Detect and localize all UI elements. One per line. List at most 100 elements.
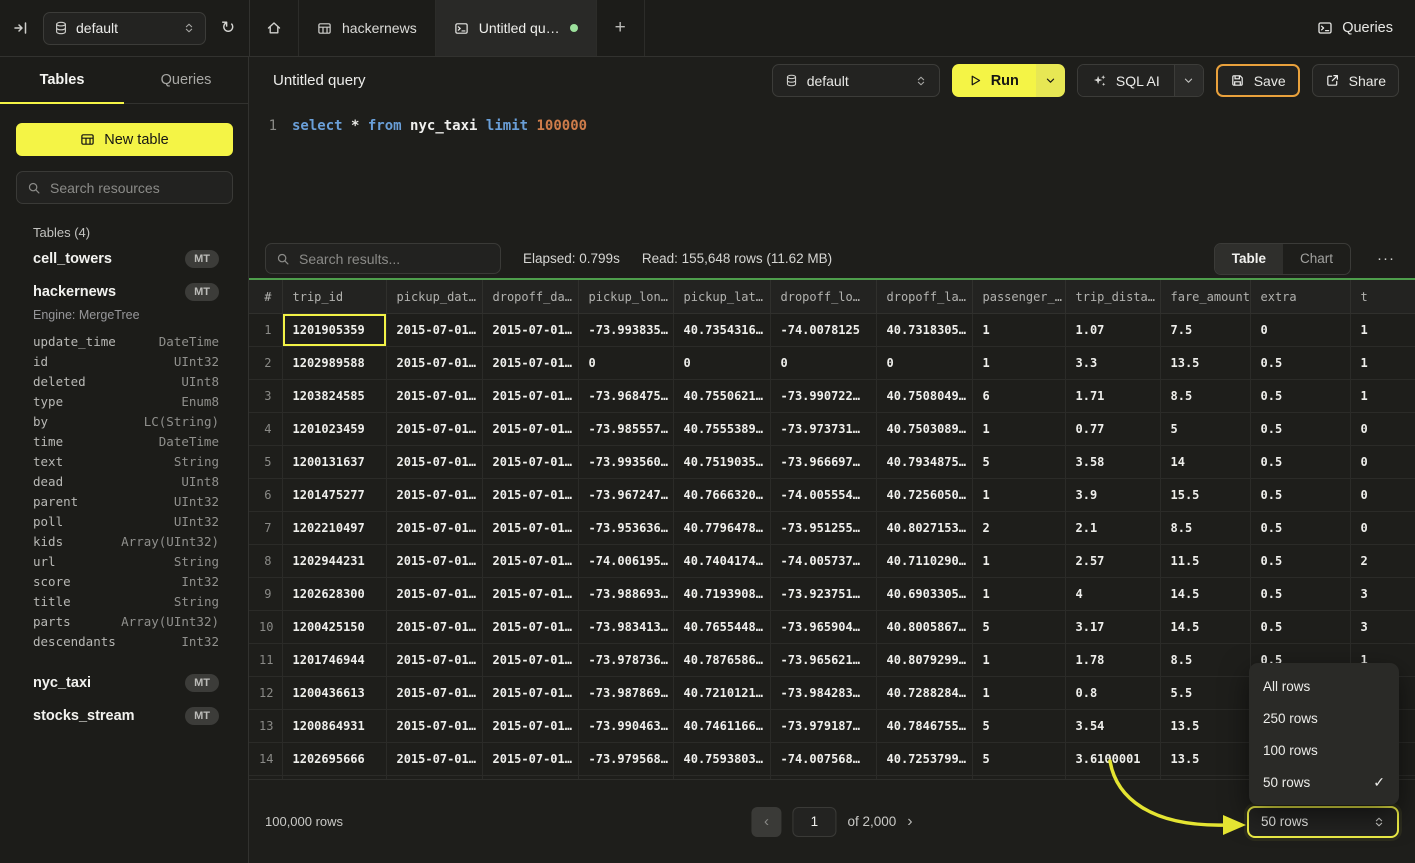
table-cell[interactable]: 11.5 <box>1160 545 1250 578</box>
table-cell[interactable]: 15.5 <box>1160 479 1250 512</box>
table-cell[interactable]: 2015-07-01… <box>482 644 578 677</box>
table-cell[interactable]: 1 <box>1350 380 1415 413</box>
table-cell[interactable]: 2015-07-01… <box>482 743 578 776</box>
page-size-option[interactable]: 250 rows <box>1263 702 1385 734</box>
page-size-option[interactable]: All rows <box>1263 670 1385 702</box>
table-cell[interactable]: -74.006195… <box>578 545 673 578</box>
table-cell[interactable]: 0.5 <box>1250 479 1350 512</box>
table-cell[interactable]: -73.987869… <box>578 677 673 710</box>
table-cell[interactable]: -73.990722… <box>770 380 876 413</box>
page-number-input[interactable] <box>792 807 836 837</box>
table-cell[interactable]: 40.7110290… <box>876 545 972 578</box>
table-cell[interactable]: 40.6903305… <box>876 578 972 611</box>
run-button[interactable]: Run <box>952 64 1036 97</box>
table-cell[interactable]: 2015-07-01… <box>482 380 578 413</box>
table-item-hackernews[interactable]: hackernews MT <box>33 275 219 308</box>
column-header[interactable]: fare_amount <box>1160 280 1250 314</box>
table-cell[interactable]: 40.7503089… <box>876 413 972 446</box>
table-cell[interactable]: 1200864931 <box>282 710 386 743</box>
table-cell[interactable]: 3 <box>1350 578 1415 611</box>
row-number[interactable]: 14 <box>249 743 282 776</box>
table-cell[interactable]: -73.983413… <box>578 611 673 644</box>
table-cell[interactable]: 3.9 <box>1065 479 1160 512</box>
table-cell[interactable]: 1202944231 <box>282 545 386 578</box>
tab-untitled-query[interactable]: Untitled qu… <box>436 0 597 56</box>
table-cell[interactable]: 1 <box>1350 347 1415 380</box>
sql-ai-button[interactable]: SQL AI <box>1078 65 1174 96</box>
row-number[interactable]: 12 <box>249 677 282 710</box>
table-cell[interactable]: 3.17 <box>1065 611 1160 644</box>
table-cell[interactable]: 0 <box>578 347 673 380</box>
table-cell[interactable]: 40.7193908… <box>673 578 770 611</box>
table-cell[interactable]: 0.5 <box>1250 347 1350 380</box>
table-cell[interactable]: -73.966697… <box>770 446 876 479</box>
table-cell[interactable]: 2015-07-01… <box>482 446 578 479</box>
table-cell[interactable]: 0 <box>1350 413 1415 446</box>
table-cell[interactable]: 40.7934875… <box>876 446 972 479</box>
table-cell[interactable]: 2 <box>1350 545 1415 578</box>
table-cell[interactable]: 1200425150 <box>282 611 386 644</box>
table-cell[interactable]: 40.7655448… <box>673 611 770 644</box>
table-cell[interactable]: 2015-07-01… <box>482 578 578 611</box>
table-cell[interactable]: 0.5 <box>1250 413 1350 446</box>
table-cell[interactable]: 0 <box>1250 314 1350 347</box>
table-cell[interactable]: 0 <box>673 347 770 380</box>
table-cell[interactable]: 40.7876586… <box>673 644 770 677</box>
table-cell[interactable]: 4 <box>1065 578 1160 611</box>
table-cell[interactable]: 8.5 <box>1160 380 1250 413</box>
table-cell[interactable]: 1 <box>972 347 1065 380</box>
table-cell[interactable]: 1202210497 <box>282 512 386 545</box>
table-cell[interactable]: 40.7846755… <box>876 710 972 743</box>
row-number[interactable]: 2 <box>249 347 282 380</box>
table-cell[interactable]: 5 <box>972 710 1065 743</box>
table-cell[interactable]: 2015-07-01… <box>482 314 578 347</box>
table-cell[interactable]: 13.5 <box>1160 710 1250 743</box>
page-size-option[interactable]: 100 rows <box>1263 734 1385 766</box>
selected-table-cell[interactable]: 1201905359 <box>282 314 386 347</box>
table-cell[interactable]: 5 <box>972 611 1065 644</box>
table-cell[interactable]: 1201475277 <box>282 479 386 512</box>
column-header[interactable]: dropoff_da… <box>482 280 578 314</box>
table-cell[interactable]: 3.54 <box>1065 710 1160 743</box>
table-cell[interactable]: -73.923751… <box>770 578 876 611</box>
table-cell[interactable]: 40.7593803… <box>673 743 770 776</box>
share-button[interactable]: Share <box>1312 64 1399 97</box>
table-cell[interactable]: 2015-07-01… <box>386 479 482 512</box>
table-item-stocks-stream[interactable]: stocks_stream MT <box>33 699 219 732</box>
table-cell[interactable]: -73.978736… <box>578 644 673 677</box>
table-cell[interactable]: 40.8027153… <box>876 512 972 545</box>
table-cell[interactable]: 8.5 <box>1160 512 1250 545</box>
table-cell[interactable]: 2015-07-01… <box>386 512 482 545</box>
table-cell[interactable]: -74.007568… <box>770 743 876 776</box>
row-number[interactable]: 13 <box>249 710 282 743</box>
table-cell[interactable]: 1200436613 <box>282 677 386 710</box>
table-cell[interactable]: 40.7288284… <box>876 677 972 710</box>
table-cell[interactable]: 0.5 <box>1250 446 1350 479</box>
table-cell[interactable]: 40.7555389… <box>673 413 770 446</box>
table-cell[interactable]: 2 <box>972 512 1065 545</box>
column-header[interactable]: pickup_dat… <box>386 280 482 314</box>
column-header[interactable]: trip_dista… <box>1065 280 1160 314</box>
queries-button[interactable]: Queries <box>1295 0 1415 56</box>
table-cell[interactable]: 0.5 <box>1250 578 1350 611</box>
table-cell[interactable]: 14.5 <box>1160 611 1250 644</box>
column-header[interactable]: passenger_… <box>972 280 1065 314</box>
toggle-chart[interactable]: Chart <box>1283 244 1350 274</box>
table-cell[interactable]: 0 <box>1350 512 1415 545</box>
row-number[interactable]: 4 <box>249 413 282 446</box>
new-tab-button[interactable]: + <box>597 0 645 56</box>
table-cell[interactable]: 0.5 <box>1250 380 1350 413</box>
table-cell[interactable]: 14.5 <box>1160 578 1250 611</box>
table-cell[interactable]: 40.7508049… <box>876 380 972 413</box>
table-cell[interactable]: 2015-07-01… <box>482 611 578 644</box>
row-number[interactable]: 5 <box>249 446 282 479</box>
table-cell[interactable]: 2015-07-01… <box>386 314 482 347</box>
results-search-input[interactable]: Search results... <box>265 243 501 274</box>
table-item-cell-towers[interactable]: cell_towers MT <box>33 242 219 275</box>
table-cell[interactable]: 40.7461166… <box>673 710 770 743</box>
table-cell[interactable]: 13.5 <box>1160 347 1250 380</box>
table-cell[interactable]: 7.5 <box>1160 314 1250 347</box>
table-cell[interactable]: -73.990463… <box>578 710 673 743</box>
row-number[interactable]: 6 <box>249 479 282 512</box>
table-cell[interactable]: 1201746944 <box>282 644 386 677</box>
